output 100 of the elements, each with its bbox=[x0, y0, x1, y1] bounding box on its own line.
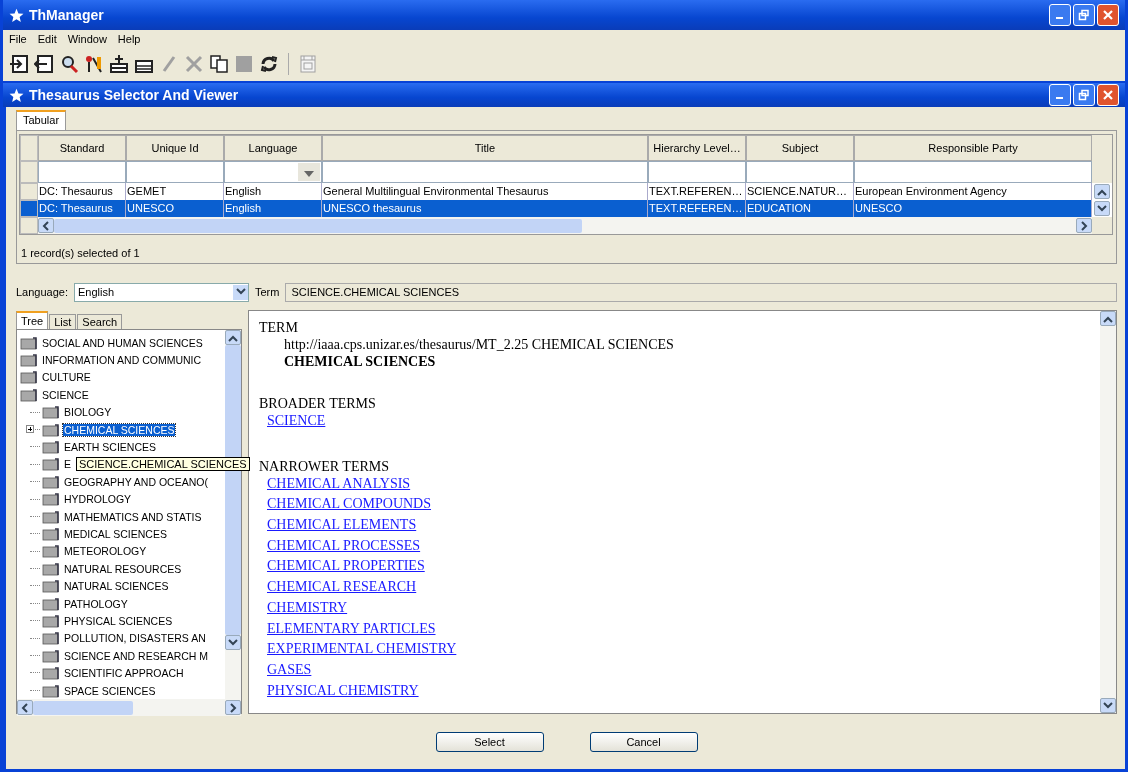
horizontal-scrollbar[interactable] bbox=[38, 217, 1092, 234]
tree-item[interactable]: MEDICAL SCIENCES bbox=[63, 528, 168, 540]
term-link[interactable]: PHYSICAL CHEMISTRY bbox=[267, 682, 419, 698]
vertical-scrollbar[interactable] bbox=[1100, 311, 1116, 713]
close-icon[interactable] bbox=[1102, 89, 1114, 101]
restore-button[interactable] bbox=[1073, 4, 1095, 26]
tree-item[interactable]: PATHOLOGY bbox=[63, 597, 129, 610]
caret-right-icon[interactable] bbox=[1080, 220, 1088, 231]
close-icon[interactable] bbox=[1102, 9, 1114, 21]
restore-icon[interactable] bbox=[1078, 89, 1090, 101]
term-link[interactable]: CHEMISTRY bbox=[267, 599, 348, 615]
column-header[interactable]: Hierarchy Level… bbox=[648, 135, 746, 161]
book-icon bbox=[42, 596, 60, 611]
tree-item[interactable]: NATURAL SCIENCES bbox=[63, 580, 170, 593]
close-button[interactable] bbox=[1097, 84, 1119, 106]
filter-field[interactable] bbox=[648, 161, 746, 183]
tree-item[interactable]: NATURAL RESOURCES bbox=[63, 562, 183, 575]
column-header[interactable]: Unique Id bbox=[126, 135, 224, 161]
row-header[interactable] bbox=[20, 200, 38, 217]
term-link[interactable]: CHEMICAL PROCESSES bbox=[267, 537, 421, 553]
minimize-button[interactable] bbox=[1049, 4, 1071, 26]
column-header[interactable]: Responsible Party bbox=[854, 135, 1092, 161]
language-dropdown[interactable]: English bbox=[74, 282, 249, 302]
export-icon[interactable] bbox=[34, 54, 54, 74]
term-link[interactable]: CHEMICAL ANALYSIS bbox=[267, 475, 411, 491]
tree-item[interactable]: EARTH SCIENCES bbox=[63, 441, 157, 454]
menu-item[interactable]: Edit bbox=[37, 32, 57, 45]
book-icon bbox=[42, 648, 60, 663]
restore-icon[interactable] bbox=[1078, 9, 1090, 21]
tree-item[interactable]: HYDROLOGY bbox=[63, 493, 133, 506]
menu-item[interactable]: Help bbox=[117, 32, 141, 45]
term-link[interactable]: CHEMICAL RESEARCH bbox=[267, 579, 417, 595]
tree-item[interactable]: MATHEMATICS AND STATIS bbox=[63, 510, 203, 523]
scrollbar-thumb[interactable] bbox=[33, 700, 133, 715]
minimize-button[interactable] bbox=[1049, 84, 1071, 106]
term-field[interactable]: SCIENCE.CHEMICAL SCIENCES bbox=[285, 282, 1117, 302]
term-link[interactable]: ELEMENTARY PARTICLES bbox=[267, 620, 436, 636]
tree-item[interactable]: SCIENTIFIC APPROACH bbox=[63, 667, 185, 680]
term-link[interactable]: EXPERIMENTAL CHEMISTRY bbox=[267, 641, 457, 657]
tree-item[interactable]: GEOGRAPHY AND OCEANO( bbox=[63, 475, 209, 488]
window-title: Thesaurus Selector And Viewer bbox=[29, 87, 239, 103]
term-link[interactable]: CHEMICAL COMPOUNDS bbox=[267, 496, 431, 512]
table-row[interactable]: DC: Thesaurus UNESCO English UNESCO thesaurus TEXT.REFEREN… EDUCATION UNESCO bbox=[20, 200, 1112, 217]
term-link[interactable]: CHEMICAL PROPERTIES bbox=[267, 558, 425, 574]
tree-item[interactable]: METEOROLOGY bbox=[63, 545, 148, 558]
dialog-button[interactable]: Select bbox=[435, 732, 544, 752]
scroll-left-button[interactable] bbox=[17, 700, 33, 716]
refresh-icon[interactable] bbox=[259, 54, 279, 74]
filter-field[interactable] bbox=[224, 161, 322, 183]
column-header[interactable]: Subject bbox=[746, 135, 854, 161]
tree-item[interactable]: SPACE SCIENCES bbox=[63, 684, 157, 697]
expand-icon[interactable] bbox=[26, 424, 34, 433]
horizontal-scrollbar[interactable] bbox=[17, 699, 241, 717]
filter-field[interactable] bbox=[854, 161, 1092, 183]
scroll-right-button[interactable] bbox=[1076, 218, 1092, 233]
tab[interactable]: Search bbox=[77, 314, 123, 329]
caret-down-icon[interactable] bbox=[235, 288, 246, 296]
menu-item[interactable]: Window bbox=[67, 32, 107, 45]
filter-field[interactable] bbox=[746, 161, 854, 183]
term-link[interactable]: GASES bbox=[267, 661, 312, 677]
filter-field[interactable] bbox=[126, 161, 224, 183]
dialog-button[interactable]: Cancel bbox=[589, 732, 698, 752]
import-icon[interactable] bbox=[9, 54, 29, 74]
tree-item[interactable]: CHEMICAL SCIENCES bbox=[63, 423, 176, 436]
caret-left-icon[interactable] bbox=[21, 702, 29, 713]
menu-item[interactable]: File bbox=[9, 32, 27, 45]
tree-item[interactable]: POLLUTION, DISASTERS AN bbox=[63, 632, 207, 645]
tab[interactable]: Tabular bbox=[16, 110, 67, 130]
column-header[interactable]: Language bbox=[224, 135, 322, 161]
tree-item[interactable]: SCIENCE bbox=[41, 388, 90, 401]
column-header[interactable]: Title bbox=[322, 135, 648, 161]
term-link[interactable]: SCIENCE bbox=[267, 413, 326, 428]
term-uri: http://iaaa.cps.unizar.es/thesaurus/MT_2.25 CHEMICAL SCIENCES bbox=[283, 336, 675, 353]
tree-item[interactable]: CULTURE bbox=[41, 371, 92, 384]
scroll-right-button[interactable] bbox=[225, 700, 241, 716]
filter-field[interactable] bbox=[38, 161, 126, 183]
scroll-left-button[interactable] bbox=[38, 218, 54, 233]
tools-icon[interactable] bbox=[84, 54, 104, 74]
scrollbar-thumb[interactable] bbox=[54, 218, 582, 233]
language-label: Language: bbox=[16, 286, 68, 298]
caret-right-icon[interactable] bbox=[229, 702, 237, 713]
term-link[interactable]: CHEMICAL ELEMENTS bbox=[267, 517, 417, 533]
copy-icon[interactable] bbox=[209, 54, 229, 74]
tree-item[interactable]: SCIENCE AND RESEARCH M bbox=[63, 649, 210, 662]
search-icon[interactable] bbox=[59, 54, 79, 74]
caret-left-icon[interactable] bbox=[42, 220, 50, 231]
tree-item[interactable]: SOCIAL AND HUMAN SCIENCES bbox=[41, 336, 204, 349]
tree-item[interactable]: PHYSICAL SCIENCES bbox=[63, 614, 174, 627]
tab[interactable]: List bbox=[49, 314, 77, 329]
column-header[interactable]: Standard bbox=[38, 135, 126, 161]
tab[interactable]: Tree bbox=[16, 311, 49, 329]
term-label: Term bbox=[255, 286, 280, 298]
close-button[interactable] bbox=[1097, 4, 1119, 26]
tree-item[interactable]: INFORMATION AND COMMUNIC bbox=[41, 354, 203, 367]
restore-button[interactable] bbox=[1073, 84, 1095, 106]
book-icon bbox=[20, 370, 38, 385]
tree-item[interactable]: BIOLOGY bbox=[63, 406, 113, 419]
filter-field[interactable] bbox=[322, 161, 648, 183]
tree-item[interactable]: E bbox=[63, 458, 72, 471]
add-row-icon[interactable] bbox=[109, 54, 129, 74]
